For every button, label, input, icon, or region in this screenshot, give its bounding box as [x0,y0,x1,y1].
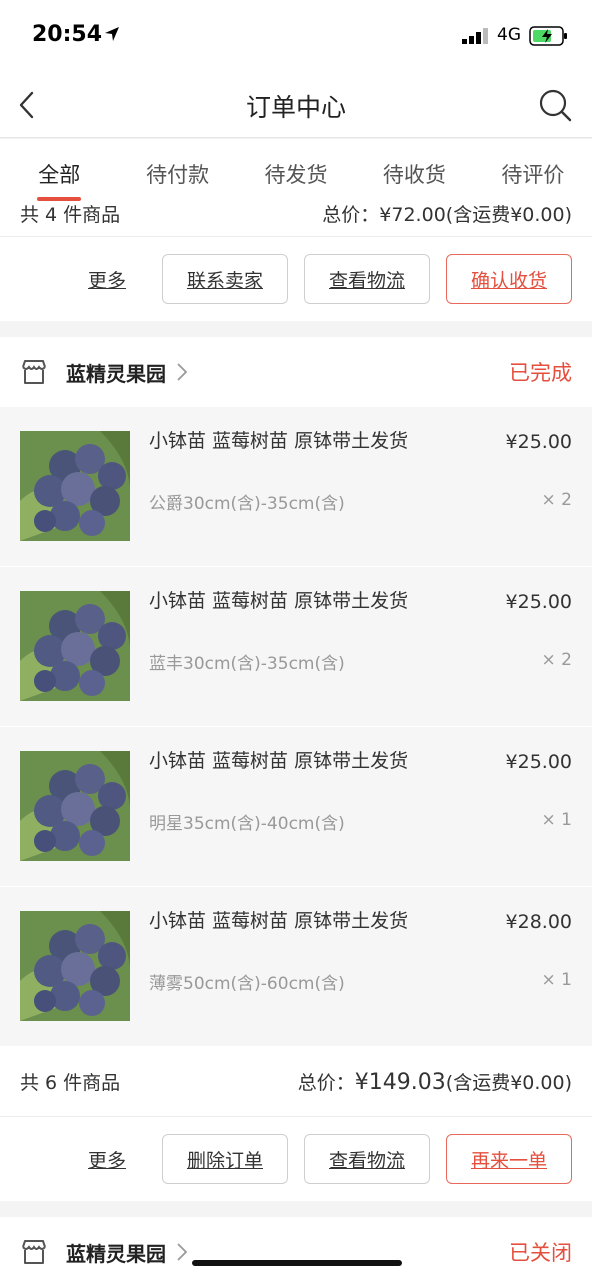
prev-order-count: 共 4 件商品 [20,203,121,226]
location-arrow-icon [105,27,119,41]
tab-pending-payment[interactable]: 待付款 [118,139,236,201]
delete-order-button[interactable]: 删除订单 [162,1134,288,1184]
confirm-receipt-button[interactable]: 确认收货 [446,254,572,304]
product-thumbnail [20,591,130,701]
prev-order-total: 总价：¥72.00(含运费¥0.00) [322,203,572,226]
item-spec: 薄雾50cm(含)-60cm(含) [149,974,345,994]
store-icon [22,360,46,384]
home-indicator[interactable] [192,1260,402,1266]
order-tabs: 全部 待付款 待发货 待收货 待评价 [0,139,592,201]
item-quantity: × 1 [541,970,572,990]
chevron-right-icon [177,363,188,381]
order-status-badge: 已完成 [509,361,572,385]
order-total-value: ¥149.03 [354,1070,446,1095]
product-thumbnail [20,911,130,1021]
item-spec: 蓝丰30cm(含)-35cm(含) [149,654,345,674]
order-item-count: 共 6 件商品 [20,1072,121,1094]
shop-name[interactable]: 蓝精灵果园 [66,1238,166,1267]
item-price: ¥25.00 [505,751,572,773]
tab-all[interactable]: 全部 [0,139,118,201]
tab-pending-shipment[interactable]: 待发货 [237,139,355,201]
shop-name[interactable]: 蓝精灵果园 [66,358,166,387]
more-link[interactable]: 更多 [88,1146,126,1173]
status-time: 20:54 [32,22,103,47]
tab-pending-receipt[interactable]: 待收货 [355,139,473,201]
shop-header[interactable]: 蓝精灵果园 已完成 [0,337,592,407]
prev-more-link[interactable]: 更多 [88,266,126,293]
signal-icon [462,28,488,44]
tab-pending-review[interactable]: 待评价 [474,139,592,201]
status-bar: 20:54 4G [0,0,592,72]
page-title: 订单中心 [245,93,346,122]
item-title: 小钵苗 蓝莓树苗 原钵带土发货 [149,590,409,612]
product-thumbnail [20,751,130,861]
network-type: 4G [497,25,521,45]
item-quantity: × 2 [541,650,572,670]
order-total-label: 总价： [297,1072,355,1094]
prev-order-actions: 更多 联系卖家 查看物流 确认收货 [0,237,592,321]
order-item[interactable]: 小钵苗 蓝莓树苗 原钵带土发货 蓝丰30cm(含)-35cm(含) ¥25.00… [0,567,592,727]
item-spec: 公爵30cm(含)-35cm(含) [149,494,345,514]
shop-header[interactable]: 蓝精灵果园 已关闭 [0,1217,592,1280]
prev-view-logistics-button[interactable]: 查看物流 [304,254,430,304]
item-price: ¥25.00 [505,431,572,453]
order-list[interactable]: 共 4 件商品 总价：¥72.00(含运费¥0.00) 更多 联系卖家 查看物流… [0,190,592,1280]
item-title: 小钵苗 蓝莓树苗 原钵带土发货 [149,750,409,772]
order-item[interactable]: 小钵苗 蓝莓树苗 原钵带土发货 公爵30cm(含)-35cm(含) ¥25.00… [0,407,592,567]
chevron-right-icon [177,1243,188,1261]
product-thumbnail [20,431,130,541]
battery-icon [529,26,567,46]
item-title: 小钵苗 蓝莓树苗 原钵带土发货 [149,430,409,452]
item-price: ¥28.00 [505,911,572,933]
search-icon[interactable] [538,88,572,122]
order-shipping: (含运费¥0.00) [445,1072,572,1094]
store-icon [22,1240,46,1264]
item-quantity: × 2 [541,490,572,510]
item-price: ¥25.00 [505,591,572,613]
order-separator [0,321,592,337]
reorder-button[interactable]: 再来一单 [446,1134,572,1184]
order-item[interactable]: 小钵苗 蓝莓树苗 原钵带土发货 明星35cm(含)-40cm(含) ¥25.00… [0,727,592,887]
item-title: 小钵苗 蓝莓树苗 原钵带土发货 [149,910,409,932]
order-status-badge: 已关闭 [509,1241,572,1265]
order-separator [0,1201,592,1217]
nav-bar: 订单中心 [0,72,592,138]
item-spec: 明星35cm(含)-40cm(含) [149,814,345,834]
order-total: 总价：¥149.03(含运费¥0.00) [298,1068,572,1095]
view-logistics-button[interactable]: 查看物流 [304,1134,430,1184]
contact-seller-button[interactable]: 联系卖家 [162,254,288,304]
order-summary: 共 6 件商品 总价：¥149.03(含运费¥0.00) [0,1047,592,1117]
item-quantity: × 1 [541,810,572,830]
order-actions: 更多 删除订单 查看物流 再来一单 [0,1117,592,1201]
order-item[interactable]: 小钵苗 蓝莓树苗 原钵带土发货 薄雾50cm(含)-60cm(含) ¥28.00… [0,887,592,1047]
